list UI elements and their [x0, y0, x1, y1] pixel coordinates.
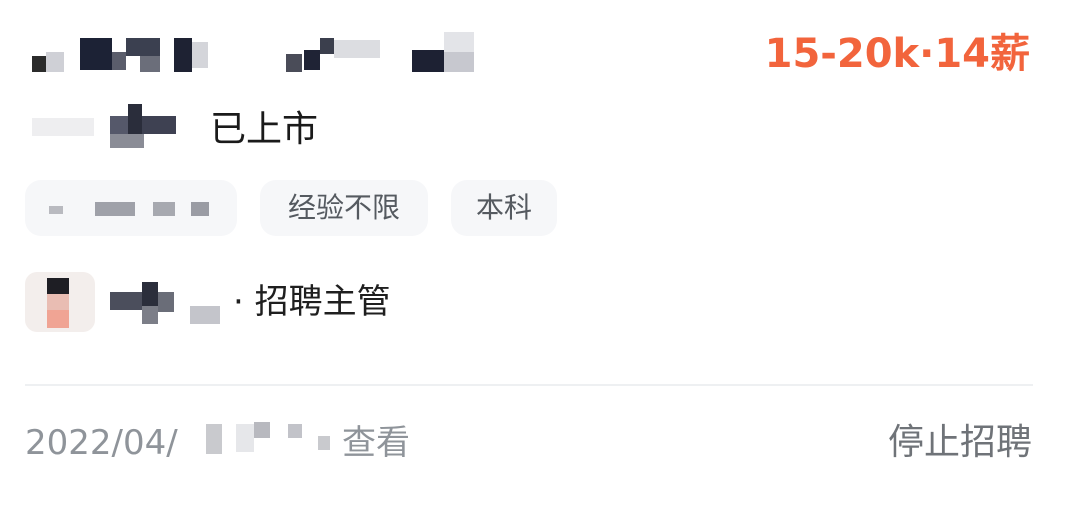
company-listing-status: 已上市	[210, 109, 319, 150]
tag-education: 本科	[451, 180, 557, 236]
job-card[interactable]: 15-20k·14薪 已上市 经验不限 本科 · 招聘主管 2022/04/ 查…	[0, 0, 1080, 518]
tag-experience: 经验不限	[260, 180, 428, 236]
salary-label: 15-20k·14薪	[764, 31, 1030, 77]
tag-location	[25, 180, 237, 236]
divider	[25, 384, 1033, 386]
recruiter-role: · 招聘主管	[233, 282, 391, 322]
view-count-label: 查看	[342, 423, 410, 463]
publish-date: 2022/04/	[25, 423, 178, 463]
stop-recruiting-button[interactable]: 停止招聘	[888, 418, 1032, 468]
avatar[interactable]	[25, 272, 95, 332]
